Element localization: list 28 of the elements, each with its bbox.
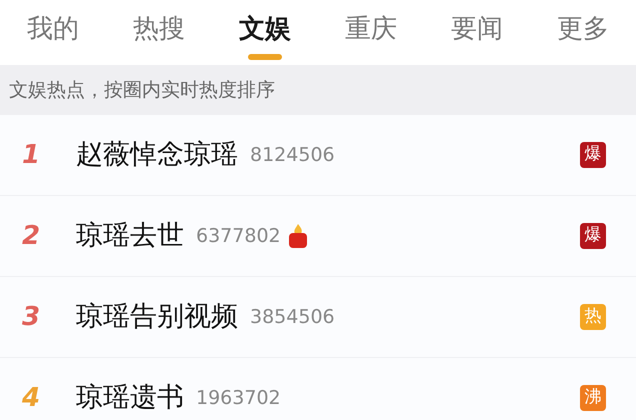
rank-number: 3 — [22, 300, 42, 334]
tab[interactable]: 要闻 — [424, 0, 530, 65]
heat-badge: 热 — [580, 304, 606, 330]
trend-row[interactable]: 4 琼瑶遗书 1963702 沸 — [0, 358, 636, 420]
tab[interactable]: 重庆 — [318, 0, 424, 65]
tab[interactable]: 我的 — [0, 0, 106, 65]
trend-title: 赵薇悼念琼瑶 — [76, 138, 238, 172]
heat-count: 6377802 — [196, 224, 281, 249]
tab[interactable]: 热搜 — [106, 0, 212, 65]
info-text: 文娱热点，按圈内实时热度排序 — [9, 78, 275, 103]
trend-title: 琼瑶遗书 — [76, 380, 184, 415]
trend-title: 琼瑶去世 — [76, 218, 184, 253]
trend-row[interactable]: 3 琼瑶告别视频 3854506 热 — [0, 277, 636, 358]
tab[interactable]: 更多 — [530, 0, 636, 65]
rank-number: 2 — [22, 220, 42, 252]
rank-number: 4 — [22, 382, 42, 414]
tab[interactable]: 文娱 — [212, 0, 318, 65]
tab-indicator — [248, 54, 282, 60]
heat-count: 3854506 — [250, 304, 335, 330]
trend-title: 琼瑶告别视频 — [76, 300, 238, 334]
rank-number: 1 — [22, 138, 42, 172]
heat-badge: 爆 — [580, 223, 606, 249]
trend-row[interactable]: 1 赵薇悼念琼瑶 8124506 爆 — [0, 115, 636, 196]
heat-badge: 沸 — [580, 385, 606, 411]
heat-count: 1963702 — [196, 386, 281, 411]
heat-count: 8124506 — [250, 142, 335, 168]
trend-row[interactable]: 2 琼瑶去世 6377802 爆 — [0, 196, 636, 277]
heat-badge: 爆 — [580, 142, 606, 168]
